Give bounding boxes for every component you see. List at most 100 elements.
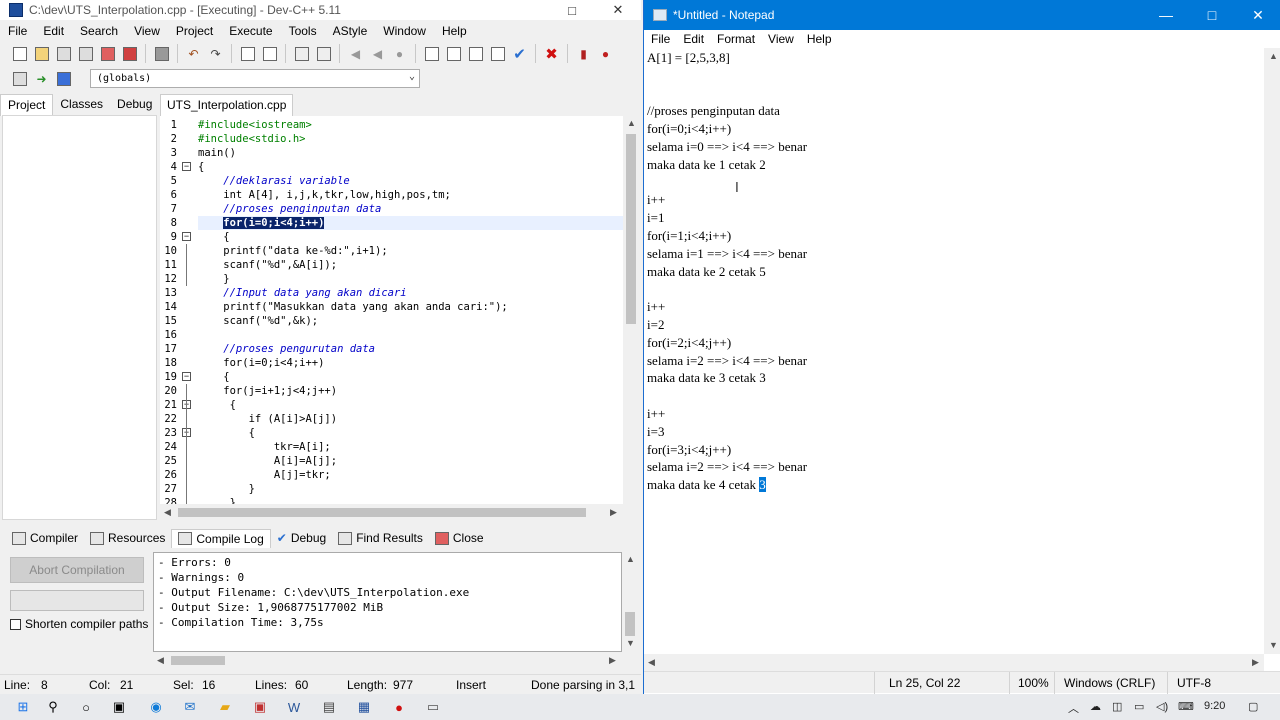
scroll-right-icon[interactable]: ▶ — [609, 655, 616, 666]
store-icon[interactable]: ▣ — [251, 698, 269, 716]
code-line[interactable]: tkr=A[i]; — [198, 440, 623, 454]
code-line[interactable]: scanf("%d",&A[i]); — [198, 258, 623, 272]
replace-icon[interactable] — [260, 44, 279, 63]
scroll-left-icon[interactable]: ◀ — [157, 655, 164, 666]
notification-icon[interactable]: ▢ — [1248, 700, 1258, 713]
selected-code[interactable]: for(i=0;i<4;i++) — [223, 217, 325, 229]
np-menu-edit[interactable]: Edit — [677, 32, 710, 46]
code-line[interactable]: A[i]=A[j]; — [198, 454, 623, 468]
code-line[interactable]: //deklarasi variable — [198, 174, 623, 188]
code-line[interactable]: main() — [198, 146, 623, 160]
indent-left-icon[interactable]: ◀ — [346, 44, 365, 63]
log-horizontal-scrollbar[interactable]: ◀ ▶ — [153, 652, 622, 668]
scroll-down-icon[interactable]: ▼ — [1269, 640, 1278, 650]
editor-vertical-scrollbar[interactable]: ▲ — [623, 116, 639, 504]
notepad-horizontal-scrollbar[interactable]: ◀ ▶ — [644, 654, 1264, 671]
console-taskbar-icon[interactable]: ▭ — [424, 698, 442, 716]
notepad-vertical-scrollbar[interactable]: ▲ ▼ — [1264, 48, 1280, 654]
editor-horizontal-scrollbar[interactable]: ◀ ▶ — [160, 504, 623, 520]
code-line[interactable]: #include<stdio.h> — [198, 132, 623, 146]
tab-compile-log[interactable]: Compile Log — [171, 528, 271, 548]
record-icon[interactable]: ● — [390, 698, 408, 716]
tray-battery-icon[interactable]: ▭ — [1134, 700, 1144, 713]
goto-icon[interactable] — [314, 44, 333, 63]
devcpp-taskbar-icon[interactable]: ▦ — [355, 698, 373, 716]
scroll-up-icon[interactable]: ▲ — [627, 118, 636, 128]
code-line[interactable]: } — [198, 272, 623, 286]
menu-window[interactable]: Window — [375, 24, 434, 38]
scroll-left-icon[interactable]: ◀ — [164, 507, 171, 518]
scroll-down-icon[interactable]: ▼ — [626, 638, 635, 648]
code-line[interactable]: for(i=0;i<4;i++) — [198, 216, 623, 230]
scroll-thumb[interactable] — [626, 134, 636, 324]
close-all-icon[interactable] — [120, 44, 139, 63]
code-line[interactable]: printf("Masukkan data yang akan anda car… — [198, 300, 623, 314]
shorten-paths-checkbox[interactable]: Shorten compiler paths — [10, 617, 148, 631]
scroll-up-icon[interactable]: ▲ — [1269, 51, 1278, 61]
tray-network-icon[interactable]: ◫ — [1112, 700, 1122, 713]
tab-compiler[interactable]: Compiler — [6, 529, 84, 547]
devcpp-titlebar[interactable]: C:\dev\UTS_Interpolation.cpp - [Executin… — [0, 0, 641, 20]
scroll-left-icon[interactable]: ◀ — [648, 657, 655, 668]
redo-icon[interactable]: ↷ — [206, 44, 225, 63]
code-line[interactable] — [198, 328, 623, 342]
code-line[interactable]: for(i=0;i<4;i++) — [198, 356, 623, 370]
code-line[interactable]: { — [198, 370, 623, 384]
check-icon[interactable]: ✔ — [510, 44, 529, 63]
save-all-icon[interactable] — [76, 44, 95, 63]
new-file-icon[interactable] — [10, 44, 29, 63]
mail-icon[interactable]: ✉ — [181, 698, 199, 716]
menu-help[interactable]: Help — [434, 24, 475, 38]
layout-split-icon[interactable] — [466, 44, 485, 63]
globals-select[interactable]: (globals) ⌄ — [90, 69, 420, 88]
open-file-icon[interactable] — [32, 44, 51, 63]
code-line[interactable]: { — [198, 160, 623, 174]
tab-resources[interactable]: Resources — [84, 529, 171, 547]
task-view-icon[interactable]: ▣ — [110, 698, 128, 716]
code-line[interactable]: printf("data ke-%d:",i+1); — [198, 244, 623, 258]
tab-find-results[interactable]: Find Results — [332, 529, 429, 547]
goto-line-icon[interactable] — [292, 44, 311, 63]
minimize-icon[interactable]: — — [1143, 0, 1189, 30]
indent-right-icon[interactable]: ◀ — [368, 44, 387, 63]
fold-toggle-icon[interactable]: − — [182, 232, 191, 241]
code-line[interactable]: scanf("%d",&k); — [198, 314, 623, 328]
layout-window-icon[interactable] — [444, 44, 463, 63]
code-line[interactable]: if (A[i]>A[j]) — [198, 412, 623, 426]
scroll-right-icon[interactable]: ▶ — [610, 507, 617, 518]
code-line[interactable]: } — [198, 482, 623, 496]
project-browser[interactable] — [2, 115, 157, 520]
code-line[interactable]: for(j=i+1;j<4;j++) — [198, 384, 623, 398]
stop-icon[interactable]: ✖ — [542, 44, 561, 63]
menu-project[interactable]: Project — [168, 24, 221, 38]
scroll-thumb[interactable] — [171, 656, 225, 665]
selected-text[interactable]: 3 — [759, 477, 766, 493]
code-area[interactable]: #include<iostream> #include<stdio.h> main(… — [198, 116, 623, 504]
maximize-icon[interactable]: □ — [1189, 0, 1235, 30]
find-icon[interactable] — [238, 44, 257, 63]
code-line[interactable]: //Input data yang akan dicari — [198, 286, 623, 300]
tray-keyboard-icon[interactable]: ⌨ — [1178, 700, 1194, 713]
cortana-icon[interactable]: ○ — [77, 698, 95, 716]
tab-close[interactable]: Close — [429, 529, 490, 547]
toggle-icon[interactable] — [54, 69, 73, 88]
menu-execute[interactable]: Execute — [221, 24, 280, 38]
compile-log-output[interactable]: - Errors: 0 - Warnings: 0 - Output Filenam… — [153, 552, 622, 652]
menu-view[interactable]: View — [126, 24, 168, 38]
np-menu-file[interactable]: File — [645, 32, 676, 46]
np-menu-format[interactable]: Format — [711, 32, 761, 46]
code-line[interactable]: { — [198, 398, 623, 412]
save-icon[interactable] — [54, 44, 73, 63]
fold-toggle-icon[interactable]: − — [182, 162, 191, 171]
restore-icon[interactable]: □ — [549, 0, 595, 20]
notepad-taskbar-icon[interactable]: ▤ — [320, 698, 338, 716]
tray-chevron-icon[interactable]: ︿ — [1068, 700, 1079, 716]
checkbox-box[interactable] — [10, 618, 21, 630]
menu-search[interactable]: Search — [72, 24, 126, 38]
file-explorer-icon[interactable]: ▰ — [216, 698, 234, 716]
project-class-icon[interactable] — [10, 69, 29, 88]
edge-browser-icon[interactable]: ◉ — [147, 698, 165, 716]
code-line[interactable]: int A[4], i,j,k,tkr,low,high,pos,tm; — [198, 188, 623, 202]
editor-tab-file[interactable]: UTS_Interpolation.cpp — [160, 94, 294, 116]
code-editor[interactable]: 1234−56789−10111213141516171819−2021−222… — [160, 116, 623, 504]
